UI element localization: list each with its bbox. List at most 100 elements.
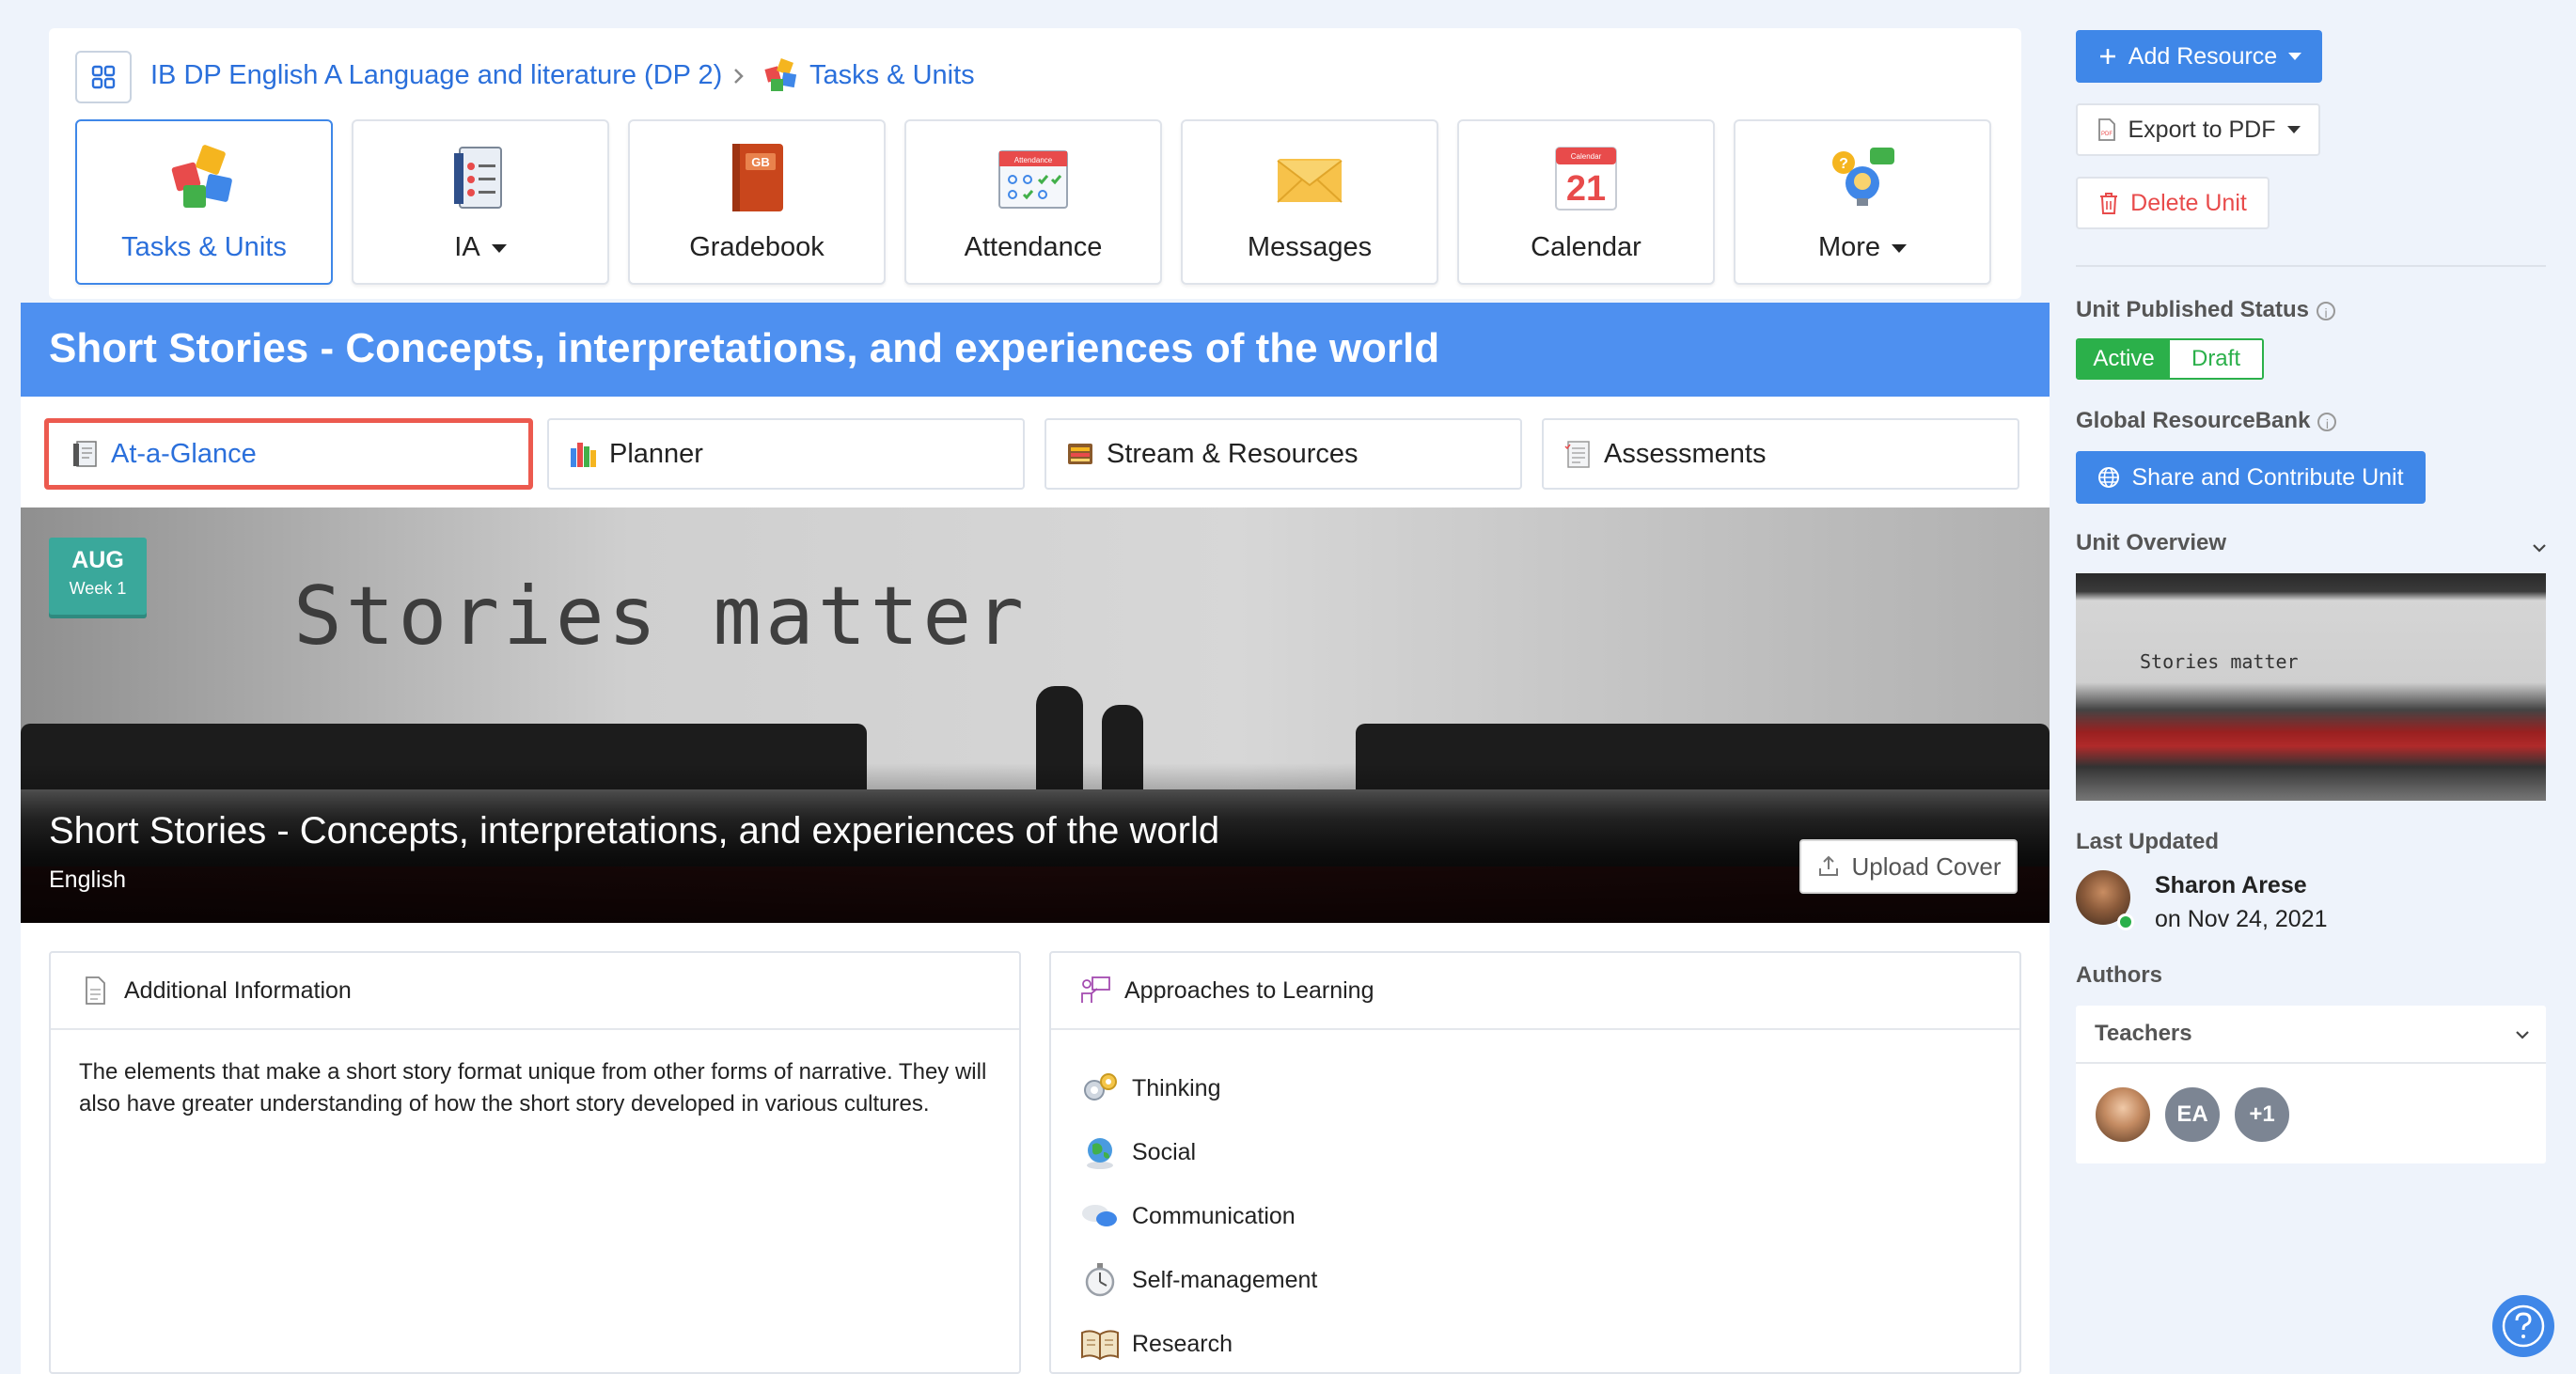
svg-text:?: ?	[1839, 156, 1848, 172]
nav-tile-label: IA	[353, 232, 607, 263]
globe-icon	[1087, 1138, 1113, 1169]
panel-title: Approaches to Learning	[1124, 976, 1374, 1004]
apps-grid-button[interactable]	[75, 51, 132, 103]
module-nav: Tasks & Units IA GB Gradebook Attendance	[75, 119, 1993, 285]
grid-icon	[91, 65, 116, 89]
sidebar-divider	[2076, 265, 2546, 267]
authors-label: Authors	[2076, 962, 2162, 988]
upload-cover-button[interactable]: Upload Cover	[1799, 839, 2018, 894]
gradebook-icon: GB	[732, 144, 783, 211]
nav-tile-label: Calendar	[1531, 232, 1641, 262]
date-badge: AUG Week 1	[49, 538, 147, 615]
status-draft-option[interactable]: Draft	[2170, 340, 2262, 378]
delete-unit-button[interactable]: Delete Unit	[2076, 177, 2270, 229]
nav-tile-attendance[interactable]: Attendance Attendance	[904, 119, 1162, 285]
tab-label: At-a-Glance	[111, 438, 257, 469]
delete-unit-label: Delete Unit	[2130, 189, 2247, 216]
gears-icon	[1084, 1073, 1117, 1101]
last-updated-label: Last Updated	[2076, 829, 2220, 854]
gradebook-badge: GB	[751, 155, 770, 169]
checklist-icon	[1564, 441, 1590, 468]
authors-card: Teachers EA +1	[2076, 1006, 2546, 1163]
breadcrumb-course[interactable]: IB DP English A Language and literature …	[150, 62, 722, 89]
upload-cover-label: Upload Cover	[1851, 851, 2002, 881]
caret-down-icon	[2286, 126, 2301, 133]
export-pdf-label: Export to PDF	[2128, 116, 2276, 143]
share-contribute-button[interactable]: Share and Contribute Unit	[2076, 451, 2426, 504]
published-status-label: Unit Published Status i	[2076, 297, 2336, 323]
pdf-file-icon: PDF	[2097, 118, 2115, 141]
nav-tile-tasks-units[interactable]: Tasks & Units	[75, 119, 333, 285]
globe-icon	[2098, 467, 2120, 488]
plus-icon	[2099, 49, 2115, 64]
cover-title: Short Stories - Concepts, interpretation…	[49, 810, 1220, 851]
open-book-icon	[1081, 1330, 1119, 1361]
author-more-chip[interactable]: +1	[2232, 1085, 2292, 1145]
svg-text:PDF: PDF	[2101, 132, 2113, 137]
help-button[interactable]	[2492, 1295, 2554, 1357]
attendance-calendar-icon: Attendance	[998, 150, 1068, 209]
chevron-right-icon	[730, 62, 748, 90]
nav-tile-ia[interactable]: IA	[352, 119, 609, 285]
envelope-icon	[1277, 159, 1343, 203]
atl-item-label: Research	[1132, 1330, 1233, 1357]
speech-bubbles-icon	[1082, 1205, 1117, 1226]
calendar-day: 21	[1566, 169, 1606, 209]
document-icon	[86, 976, 105, 1005]
upload-icon	[1818, 855, 1838, 876]
nav-tile-more[interactable]: ? More	[1734, 119, 1991, 285]
chevron-down-icon	[2516, 1031, 2529, 1039]
nav-tile-label: Messages	[1247, 232, 1373, 262]
nav-tile-gradebook[interactable]: GB Gradebook	[628, 119, 886, 285]
atl-item-thinking: Thinking	[1079, 1068, 1221, 1109]
teachers-label: Teachers	[2095, 1021, 2192, 1046]
teachers-dropdown-header[interactable]: Teachers	[2076, 1006, 2546, 1064]
puzzle-icon	[763, 56, 801, 94]
author-avatar-photo[interactable]	[2093, 1085, 2153, 1145]
status-active-option[interactable]: Active	[2078, 340, 2170, 378]
overview-thumbnail-text: Stories matter	[2140, 650, 2299, 673]
share-contribute-label: Share and Contribute Unit	[2131, 463, 2404, 491]
info-icon[interactable]: i	[2317, 412, 2337, 431]
books-icon	[571, 443, 596, 467]
export-pdf-button[interactable]: PDF Export to PDF	[2076, 103, 2320, 156]
updater-name[interactable]: Sharon Arese	[2155, 872, 2307, 899]
calendar-badge: Calendar	[1571, 152, 1602, 161]
tab-planner[interactable]: Planner	[547, 418, 1025, 490]
nav-tile-messages[interactable]: Messages	[1181, 119, 1438, 285]
calendar-icon: Calendar 21	[1555, 147, 1617, 211]
atl-item-social: Social	[1079, 1132, 1196, 1173]
updated-date: on Nov 24, 2021	[2155, 906, 2328, 932]
stopwatch-icon	[1085, 1263, 1115, 1297]
nav-tile-label: Gradebook	[689, 232, 825, 262]
resourcebank-label: Global ResourceBank i	[2076, 408, 2337, 434]
trash-icon	[2100, 193, 2118, 214]
unit-overview-header[interactable]: Unit Overview	[2076, 530, 2550, 564]
approaches-to-learning-panel: Approaches to Learning Thinking Social C…	[1049, 951, 2021, 1374]
date-week: Week 1	[69, 579, 127, 598]
panel-header: Additional Information	[51, 953, 1019, 1030]
caret-down-icon	[2288, 53, 2302, 60]
unit-title: Short Stories - Concepts, interpretation…	[49, 325, 1440, 371]
additional-information-panel: Additional Information The elements that…	[49, 951, 1021, 1374]
tab-stream-resources[interactable]: Stream & Resources	[1045, 418, 1522, 490]
unit-overview-thumbnail[interactable]: Stories matter	[2076, 573, 2546, 801]
author-avatar-initials[interactable]: EA	[2162, 1085, 2223, 1145]
tab-label: Stream & Resources	[1107, 438, 1359, 469]
atl-item-self-management: Self-management	[1079, 1259, 1317, 1301]
clipboard-icon	[454, 147, 502, 209]
nav-tile-label: Attendance	[964, 232, 1103, 262]
tab-at-a-glance[interactable]: At-a-Glance	[44, 418, 533, 490]
add-resource-button[interactable]: Add Resource	[2076, 30, 2322, 83]
nav-tile-label: More	[1736, 232, 1989, 263]
chevron-down-icon	[2533, 544, 2546, 553]
breadcrumb-section[interactable]: Tasks & Units	[809, 62, 975, 89]
tab-assessments[interactable]: Assessments	[1542, 418, 2019, 490]
info-icon[interactable]: i	[2317, 301, 2336, 320]
puzzle-icon	[171, 145, 232, 208]
additional-information-text: The elements that make a short story for…	[79, 1059, 987, 1116]
atl-item-label: Social	[1132, 1138, 1197, 1165]
cover-typed-text: Stories matter	[293, 570, 1028, 664]
panel-title: Additional Information	[124, 976, 352, 1004]
nav-tile-calendar[interactable]: Calendar 21 Calendar	[1457, 119, 1715, 285]
